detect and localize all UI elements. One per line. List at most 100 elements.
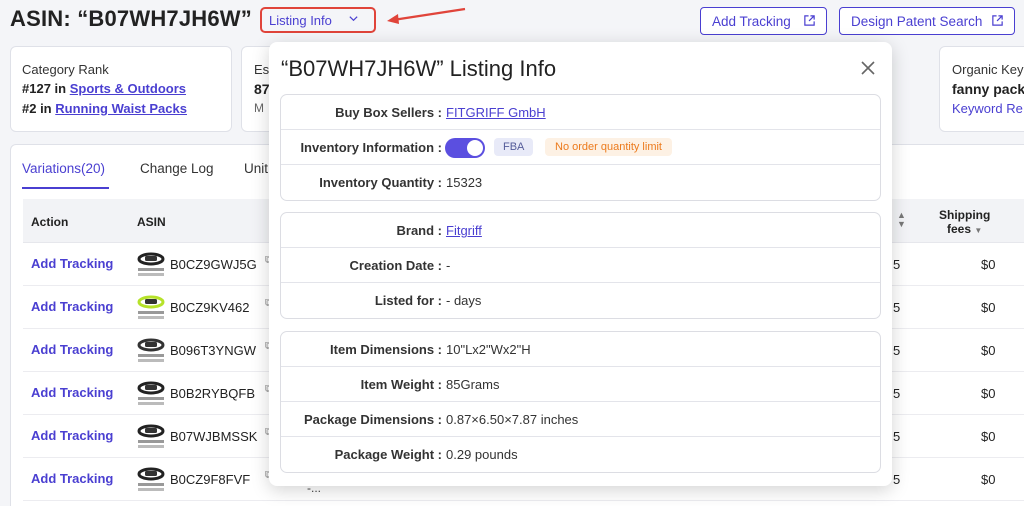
- close-icon[interactable]: [859, 59, 877, 77]
- info-row-package-dimensions: Package Dimensions : 0.87×6.50×7.87 inch…: [281, 402, 880, 437]
- package-dimensions-label: Package Dimensions :: [304, 412, 442, 427]
- info-row-brand: Brand : Fitgriff: [281, 213, 880, 248]
- shipping-fee-value: $0: [981, 386, 996, 401]
- cell-value: 5: [893, 257, 901, 272]
- package-weight-label: Package Weight :: [334, 447, 442, 462]
- listed-for-label: Listed for :: [374, 293, 442, 308]
- sort-icon[interactable]: ▲ ▼: [897, 211, 906, 229]
- tab-unit[interactable]: Unit: [244, 161, 268, 176]
- asin-value: B0CZ9GWJ5G: [170, 257, 257, 272]
- listing-info-popup: “B07WH7JH6W” Listing Info Buy Box Seller…: [269, 42, 892, 486]
- toggle-knob: [467, 140, 483, 156]
- creation-date-label: Creation Date :: [349, 258, 442, 273]
- item-weight-label: Item Weight :: [360, 377, 442, 392]
- package-dimensions-value: 0.87×6.50×7.87 inches: [446, 412, 579, 427]
- chevron-down-icon: [348, 13, 359, 27]
- add-tracking-link[interactable]: Add Tracking: [31, 428, 113, 443]
- add-tracking-link[interactable]: Add Tracking: [31, 342, 113, 357]
- info-row-inventory-qty: Inventory Quantity : 15323: [281, 165, 880, 200]
- rank-row: #127 in Sports & Outdoors: [22, 81, 231, 96]
- buy-box-label: Buy Box Sellers :: [335, 105, 442, 120]
- cell-value: 5: [893, 429, 901, 444]
- shipping-fee-value: $0: [981, 472, 996, 487]
- brand-label: Brand :: [396, 223, 443, 238]
- asin-value: B0CZ9F8FVF: [170, 472, 251, 487]
- add-tracking-link[interactable]: Add Tracking: [31, 299, 113, 314]
- rank-row: #2 in Running Waist Packs: [22, 101, 231, 116]
- inventory-info-label: Inventory Information :: [300, 140, 442, 155]
- asin-value: B0B2RYBQFB: [170, 386, 256, 401]
- item-weight-value: 85Grams: [446, 377, 500, 392]
- info-row-buy-box: Buy Box Sellers : FITGRIFF GmbH: [281, 95, 880, 130]
- listing-info-dropdown[interactable]: Listing Info: [260, 7, 376, 33]
- add-tracking-label: Add Tracking: [712, 14, 791, 29]
- keyword-research-link[interactable]: Keyword Re: [952, 101, 1023, 116]
- product-thumbnail: [137, 295, 165, 319]
- shipping-fee-value: $0: [981, 257, 996, 272]
- cell-value: 5: [893, 300, 901, 315]
- info-row-listed-for: Listed for : - days: [281, 283, 880, 318]
- brand-link[interactable]: Fitgriff: [446, 223, 482, 238]
- shipping-fee-value: $0: [981, 343, 996, 358]
- inventory-toggle[interactable]: [445, 138, 485, 158]
- tab-change-log[interactable]: Change Log: [140, 161, 214, 176]
- info-row-item-dimensions: Item Dimensions : 10"Lx2"Wx2"H: [281, 332, 880, 367]
- dimensions-section: Item Dimensions : 10"Lx2"Wx2"H Item Weig…: [280, 331, 881, 473]
- add-tracking-link[interactable]: Add Tracking: [31, 256, 113, 271]
- chevron-down-icon: ▼: [974, 226, 983, 235]
- buy-box-seller-link[interactable]: FITGRIFF GmbH: [446, 105, 546, 120]
- organic-keyword-label: Organic Key: [952, 62, 1024, 77]
- info-row-inventory: Inventory Information : FBA No order qua…: [281, 130, 880, 165]
- product-thumbnail: [137, 424, 165, 448]
- shipping-fee-value: $0: [981, 300, 996, 315]
- column-header-asin: ASIN: [137, 215, 166, 229]
- package-weight-value: 0.29 pounds: [446, 447, 518, 462]
- column-header-action: Action: [31, 215, 69, 229]
- red-arrow-annotation: [387, 7, 466, 24]
- organic-keyword-value: fanny pack: [952, 81, 1024, 97]
- product-thumbnail: [137, 338, 165, 362]
- category-rank-card: Category Rank #127 in Sports & Outdoors …: [10, 46, 232, 132]
- fba-badge: FBA: [494, 138, 534, 156]
- design-patent-search-button[interactable]: Design Patent Search: [839, 7, 1015, 35]
- add-tracking-button[interactable]: Add Tracking: [700, 7, 827, 35]
- rank-number: #127 in: [22, 81, 67, 96]
- tab-variations[interactable]: Variations(20): [22, 161, 105, 176]
- item-dimensions-label: Item Dimensions :: [330, 342, 442, 357]
- add-tracking-link[interactable]: Add Tracking: [31, 471, 113, 486]
- design-patent-label: Design Patent Search: [851, 14, 983, 29]
- category-link-waist-packs[interactable]: Running Waist Packs: [55, 101, 187, 116]
- info-row-creation-date: Creation Date : -: [281, 248, 880, 283]
- brand-section: Brand : Fitgriff Creation Date : - Liste…: [280, 212, 881, 319]
- asin-value: B096T3YNGW: [170, 343, 256, 358]
- product-thumbnail: [137, 381, 165, 405]
- item-dimensions-value: 10"Lx2"Wx2"H: [446, 342, 531, 357]
- listed-for-value: - days: [446, 293, 482, 308]
- category-rank-label: Category Rank: [22, 62, 109, 77]
- product-thumbnail: [137, 467, 165, 491]
- category-link-sports[interactable]: Sports & Outdoors: [70, 81, 186, 96]
- product-thumbnail: [137, 252, 165, 276]
- column-header-shipping-fees[interactable]: Shipping fees ▼: [939, 208, 990, 238]
- popup-title: “B07WH7JH6W” Listing Info: [281, 56, 557, 81]
- cell-value: 5: [893, 472, 901, 487]
- info-row-package-weight: Package Weight : 0.29 pounds: [281, 437, 880, 472]
- info-row-item-weight: Item Weight : 85Grams: [281, 367, 880, 402]
- shipping-fee-value: $0: [981, 429, 996, 444]
- listing-info-label: Listing Info: [269, 13, 332, 28]
- organic-keyword-card: Organic Key fanny pack Keyword Re: [939, 46, 1024, 132]
- cell-value: 5: [893, 386, 901, 401]
- rank-number: #2 in: [22, 101, 52, 116]
- cell-value: 5: [893, 343, 901, 358]
- creation-date-value: -: [446, 258, 451, 273]
- page-title: ASIN: “B07WH7JH6W”: [10, 6, 252, 31]
- external-link-icon: [803, 14, 816, 30]
- order-limit-badge: No order quantity limit: [545, 138, 672, 156]
- external-link-icon: [991, 14, 1004, 30]
- inventory-qty-label: Inventory Quantity :: [319, 175, 442, 190]
- active-tab-indicator: [22, 187, 109, 189]
- asin-value: B07WJBMSSK: [170, 429, 258, 444]
- add-tracking-link[interactable]: Add Tracking: [31, 385, 113, 400]
- seller-inventory-section: Buy Box Sellers : FITGRIFF GmbH Inventor…: [280, 94, 881, 201]
- inventory-qty-value: 15323: [446, 175, 483, 190]
